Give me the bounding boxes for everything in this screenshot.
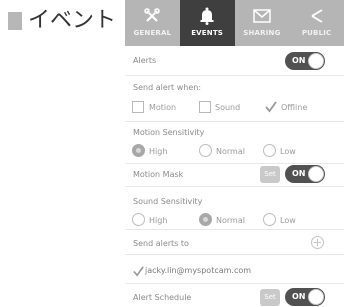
alert-schedule-set-button[interactable]: Set <box>260 289 280 306</box>
motion-checkbox-label: Motion <box>149 103 177 112</box>
tab-label: SHARING <box>243 29 281 37</box>
motion-high-radio[interactable] <box>132 144 145 157</box>
send-alert-when-label: Send alert when: <box>133 83 202 92</box>
tab-label: EVENTS <box>191 29 224 37</box>
alert-schedule-label: Alert Schedule <box>133 293 192 302</box>
settings-list: Alerts ON Send alert when: Motion Sound … <box>125 46 344 307</box>
tab-bar: GENERAL EVENTS SHARING PUBLIC <box>125 0 344 46</box>
offline-checkbox-label: Offline <box>281 103 308 112</box>
tab-label: GENERAL <box>133 29 172 37</box>
recipient-email: jacky.lin@myspotcam.com <box>145 266 252 275</box>
bell-icon <box>197 7 217 25</box>
header-marker <box>8 12 22 30</box>
page-title: イベント <box>28 8 117 33</box>
toggle-knob <box>308 166 324 182</box>
motion-high-label: High <box>149 147 168 156</box>
add-recipient-icon[interactable] <box>311 236 324 249</box>
sound-sensitivity-row: Sound Sensitivity High Normal Low <box>125 187 344 230</box>
motion-low-label: Low <box>280 147 296 156</box>
email-row: jacky.lin@myspotcam.com <box>125 255 344 284</box>
tab-public[interactable]: PUBLIC <box>289 0 344 46</box>
motion-sensitivity-row: Motion Sensitivity High Normal Low <box>125 122 344 164</box>
alerts-toggle[interactable]: ON <box>285 52 325 70</box>
set-label: Set <box>264 293 276 301</box>
email-checkbox[interactable] <box>132 263 145 282</box>
motion-mask-label: Motion Mask <box>133 170 184 179</box>
tab-label: PUBLIC <box>301 29 332 37</box>
motion-normal-label: Normal <box>216 147 245 156</box>
alerts-row: Alerts ON <box>125 46 344 76</box>
wrench-screwdriver-icon <box>142 7 162 25</box>
share-icon <box>307 7 327 25</box>
motion-mask-toggle[interactable]: ON <box>285 165 325 183</box>
tab-general[interactable]: GENERAL <box>125 0 180 46</box>
offline-checkbox[interactable] <box>264 99 278 118</box>
tab-events[interactable]: EVENTS <box>179 0 235 46</box>
motion-checkbox[interactable] <box>132 101 144 113</box>
motion-low-radio[interactable] <box>263 144 276 157</box>
sound-high-radio[interactable] <box>132 213 145 226</box>
sound-low-label: Low <box>280 216 296 225</box>
send-alerts-to-label: Send alerts to <box>133 239 189 248</box>
checkmark-icon <box>265 101 277 113</box>
send-alerts-to-row: Send alerts to <box>125 230 344 255</box>
alerts-label: Alerts <box>133 56 157 65</box>
motion-normal-radio[interactable] <box>199 144 212 157</box>
toggle-text: ON <box>292 56 306 65</box>
motion-mask-row: Motion Mask Set ON <box>125 164 344 187</box>
toggle-knob <box>308 289 324 305</box>
sound-low-radio[interactable] <box>263 213 276 226</box>
sound-sensitivity-label: Sound Sensitivity <box>133 197 203 206</box>
send-alert-when-row: Send alert when: Motion Sound Offline <box>125 76 344 122</box>
checkmark-icon <box>133 266 144 277</box>
sound-checkbox-label: Sound <box>215 103 241 112</box>
toggle-knob <box>308 53 324 69</box>
alert-schedule-toggle[interactable]: ON <box>285 288 325 306</box>
set-label: Set <box>264 170 276 178</box>
sound-checkbox[interactable] <box>199 101 211 113</box>
toggle-text: ON <box>292 292 306 301</box>
sound-normal-radio[interactable] <box>199 213 212 226</box>
motion-sensitivity-label: Motion Sensitivity <box>133 128 205 137</box>
settings-panel: GENERAL EVENTS SHARING PUBLIC Alerts ON … <box>125 0 344 307</box>
toggle-text: ON <box>292 169 306 178</box>
sound-high-label: High <box>149 216 168 225</box>
alert-schedule-row: Alert Schedule Set ON <box>125 284 344 307</box>
sound-normal-label: Normal <box>216 216 245 225</box>
motion-mask-set-button[interactable]: Set <box>260 166 280 183</box>
tab-sharing[interactable]: SHARING <box>235 0 290 46</box>
envelope-icon <box>252 7 272 25</box>
